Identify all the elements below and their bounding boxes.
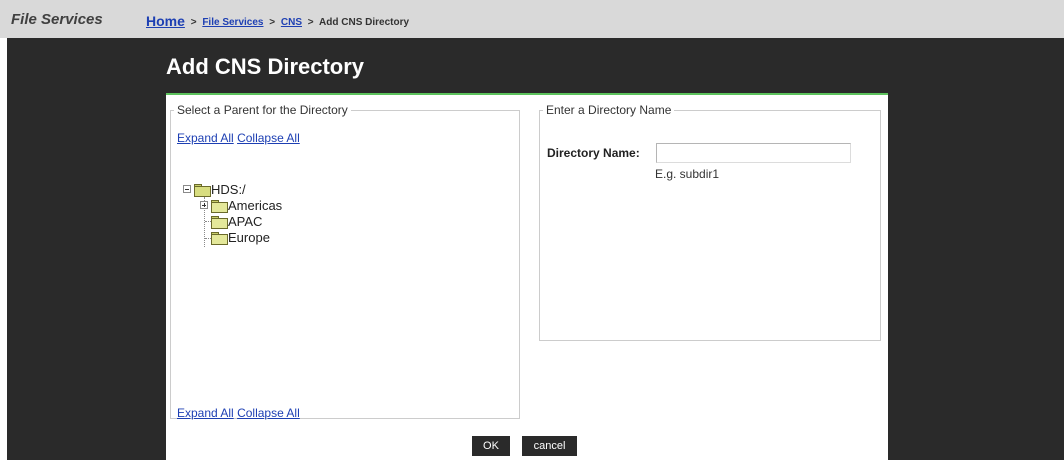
section-title: File Services bbox=[11, 11, 103, 28]
tree-node-root[interactable]: HDS:/ bbox=[183, 181, 282, 197]
parent-selector-fieldset: Select a Parent for the Directory Expand… bbox=[170, 103, 520, 420]
tree-node-label[interactable]: Europe bbox=[228, 230, 270, 245]
breadcrumb-file-services-link[interactable]: File Services bbox=[202, 17, 263, 28]
breadcrumb-separator: > bbox=[307, 17, 314, 28]
top-bar: File Services Home > File Services > CNS… bbox=[0, 0, 1064, 38]
tree-node-label[interactable]: APAC bbox=[228, 214, 262, 229]
ok-button[interactable]: OK bbox=[472, 436, 510, 456]
folder-icon bbox=[211, 215, 228, 229]
directory-name-hint: E.g. subdir1 bbox=[655, 167, 720, 181]
expand-toggle-icon[interactable] bbox=[200, 201, 208, 209]
expand-all-link[interactable]: Expand All bbox=[177, 406, 234, 420]
directory-name-label: Directory Name: bbox=[547, 146, 640, 160]
breadcrumb-cns-link[interactable]: CNS bbox=[281, 17, 302, 28]
folder-icon bbox=[211, 199, 228, 213]
directory-name-input[interactable] bbox=[656, 143, 851, 163]
content-panel: Select a Parent for the Directory Expand… bbox=[166, 93, 888, 460]
tree-controls-top: Expand All Collapse All bbox=[177, 131, 300, 145]
parent-selector-legend: Select a Parent for the Directory bbox=[177, 103, 348, 117]
breadcrumb-home-link[interactable]: Home bbox=[146, 13, 185, 29]
folder-open-icon bbox=[194, 183, 211, 197]
directory-tree: HDS:/ Americas APAC Europe bbox=[183, 181, 282, 247]
tree-node-americas[interactable]: Americas bbox=[183, 197, 282, 213]
collapse-all-link[interactable]: Collapse All bbox=[237, 406, 300, 420]
cancel-button[interactable]: cancel bbox=[522, 436, 577, 456]
tree-node-europe[interactable]: Europe bbox=[183, 229, 282, 245]
collapse-toggle-icon[interactable] bbox=[183, 185, 191, 193]
folder-icon bbox=[211, 231, 228, 245]
breadcrumb-separator: > bbox=[190, 17, 197, 28]
breadcrumb-separator: > bbox=[269, 17, 276, 28]
tree-node-label[interactable]: HDS:/ bbox=[211, 182, 246, 197]
tree-node-label[interactable]: Americas bbox=[228, 198, 282, 213]
tree-controls-bottom: Expand All Collapse All bbox=[177, 406, 300, 420]
tree-node-apac[interactable]: APAC bbox=[183, 213, 282, 229]
expand-all-link[interactable]: Expand All bbox=[177, 131, 234, 145]
breadcrumb-current: Add CNS Directory bbox=[319, 17, 410, 28]
directory-name-fieldset: Enter a Directory Name Directory Name: E… bbox=[539, 103, 881, 341]
breadcrumb: Home > File Services > CNS > Add CNS Dir… bbox=[146, 12, 410, 29]
page-title: Add CNS Directory bbox=[166, 54, 365, 79]
collapse-all-link[interactable]: Collapse All bbox=[237, 131, 300, 145]
directory-name-legend: Enter a Directory Name bbox=[546, 103, 672, 117]
